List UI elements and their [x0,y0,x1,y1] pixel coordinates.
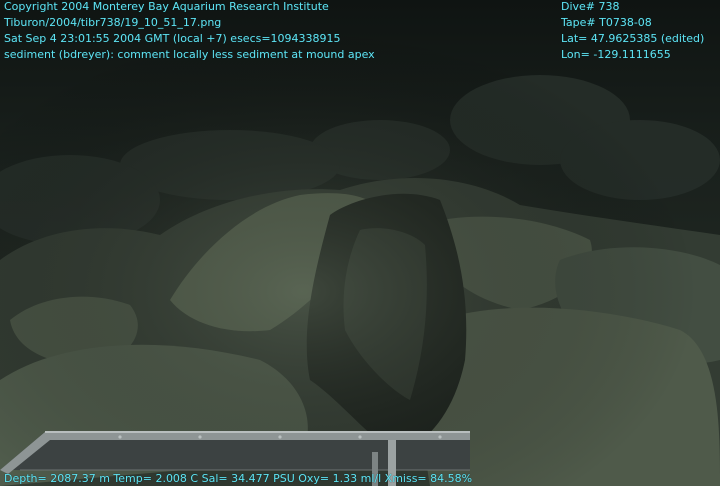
lamp-illumination [0,0,720,486]
seafloor-scene [0,0,720,486]
overlay-tape-number: Tape# T0738-08 [561,16,652,29]
overlay-longitude: Lon= -129.1111655 [561,48,671,61]
overlay-copyright: Copyright 2004 Monterey Bay Aquarium Res… [4,0,329,13]
overlay-comment: sediment (bdreyer): comment locally less… [4,48,375,61]
video-overlay-header-right: Dive# 738 Tape# T0738-08 Lat= 47.9625385… [561,0,704,64]
overlay-timestamp: Sat Sep 4 23:01:55 2004 GMT (local +7) e… [4,32,341,45]
overlay-latitude: Lat= 47.9625385 (edited) [561,32,705,45]
overlay-sensor-readout: Depth= 2087.37 m Temp= 2.008 C Sal= 34.4… [4,472,473,485]
seafloor-video-frame: Copyright 2004 Monterey Bay Aquarium Res… [0,0,720,486]
overlay-filename: Tiburon/2004/tibr738/19_10_51_17.png [4,16,222,29]
video-overlay-header-left: Copyright 2004 Monterey Bay Aquarium Res… [4,0,375,64]
overlay-dive-number: Dive# 738 [561,0,620,13]
